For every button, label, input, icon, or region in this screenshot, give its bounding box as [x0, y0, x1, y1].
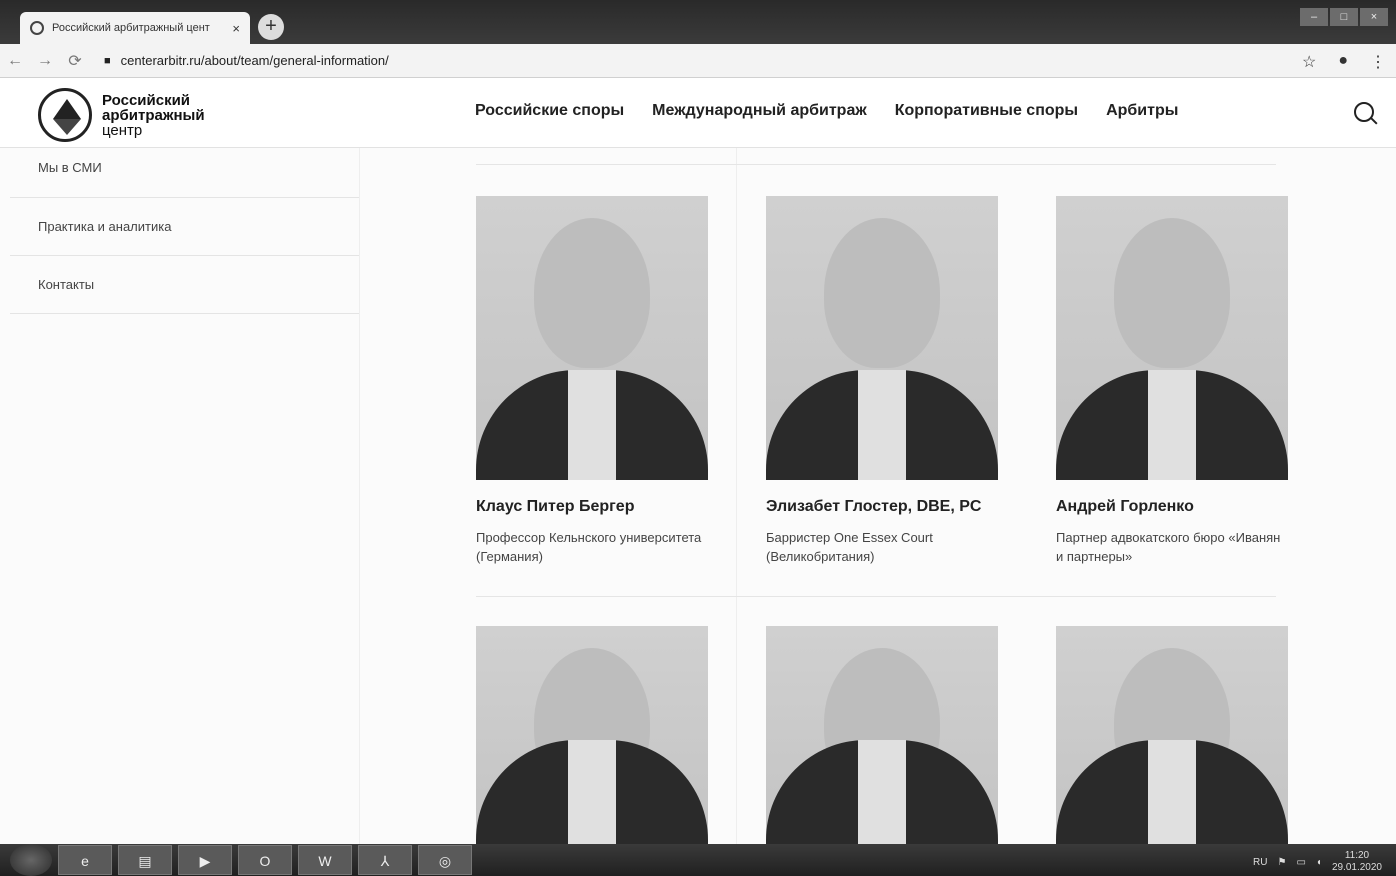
team-card[interactable]: Клаус Питер Бергер Профессор Кельнского …	[476, 196, 708, 566]
team-grid: Клаус Питер Бергер Профессор Кельнского …	[360, 148, 1396, 844]
close-tab-icon[interactable]: ×	[232, 21, 240, 36]
sidebar-item-practice[interactable]: Практика и аналитика	[10, 198, 359, 256]
clock[interactable]: 11:20 29.01.2020	[1332, 850, 1382, 874]
person-photo	[476, 626, 708, 844]
logo-line3: центр	[102, 121, 143, 139]
url-text: centerarbitr.ru/about/team/general-infor…	[120, 53, 389, 68]
nav-corporate-disputes[interactable]: Корпоративные споры	[895, 102, 1078, 120]
lock-icon: ■	[104, 54, 111, 67]
window-controls: – □ ×	[1300, 8, 1388, 26]
web-page: Российский арбитражный центр Российские …	[0, 78, 1396, 844]
site-favicon-icon	[30, 21, 44, 35]
maximize-button[interactable]: □	[1330, 8, 1358, 26]
team-card[interactable]	[476, 626, 708, 844]
person-name[interactable]: Андрей Горленко	[1056, 498, 1288, 516]
nav-russian-disputes[interactable]: Российские споры	[475, 102, 624, 120]
divider	[476, 596, 1276, 597]
logo-mark-icon	[38, 88, 92, 142]
person-role: Профессор Кельнского университета (Герма…	[476, 530, 702, 564]
clock-time: 11:20	[1344, 850, 1370, 861]
menu-dots-icon[interactable]: ⋮	[1370, 52, 1386, 72]
new-tab-button[interactable]: +	[258, 14, 284, 40]
sidebar-item-media[interactable]: Мы в СМИ	[10, 148, 359, 198]
back-arrow-icon[interactable]: ←	[0, 52, 30, 70]
volume-icon[interactable]: ◖	[1316, 857, 1322, 868]
nav-international-arbitration[interactable]: Международный арбитраж	[652, 102, 867, 120]
nav-arbitrators[interactable]: Арбитры	[1106, 102, 1178, 120]
person-role: Барристер One Essex Court (Великобритани…	[766, 530, 933, 564]
sidebar: Мы в СМИ Практика и аналитика Контакты	[10, 148, 360, 844]
address-bar: ← → ⟳ ■ centerarbitr.ru/about/team/gener…	[0, 44, 1396, 78]
minimize-button[interactable]: –	[1300, 8, 1328, 26]
team-card[interactable]	[1056, 626, 1288, 844]
ie-icon[interactable]: e	[58, 845, 112, 875]
team-card[interactable]	[766, 626, 998, 844]
explorer-icon[interactable]: ▤	[118, 845, 172, 875]
os-taskbar: e ▤ ▶ O W ⅄ ◎ RU ⚑ ▭ ◖ 11:20 29.01.2020	[0, 844, 1396, 876]
person-name[interactable]: Клаус Питер Бергер	[476, 498, 708, 516]
outlook-icon[interactable]: O	[238, 845, 292, 875]
pdf-icon[interactable]: ⅄	[358, 845, 412, 875]
person-role: Партнер адвокатского бюро «Иванян и парт…	[1056, 530, 1281, 564]
team-card[interactable]: Элизабет Глостер, DBE, PC Барристер One …	[766, 196, 998, 566]
logo-line1: Российский	[102, 91, 191, 109]
tab-title: Российский арбитражный цент	[52, 22, 210, 34]
person-photo	[1056, 196, 1288, 480]
forward-arrow-icon[interactable]: →	[30, 52, 60, 70]
flag-icon[interactable]: ⚑	[1277, 857, 1286, 868]
network-icon[interactable]: ▭	[1296, 857, 1305, 868]
divider	[476, 164, 1276, 165]
person-name[interactable]: Элизабет Глостер, DBE, PC	[766, 498, 998, 516]
search-icon[interactable]	[1354, 102, 1374, 122]
chrome-icon[interactable]: ◎	[418, 845, 472, 875]
site-header: Российский арбитражный центр Российские …	[0, 78, 1396, 148]
site-logo[interactable]: Российский арбитражный центр	[38, 88, 205, 142]
close-window-button[interactable]: ×	[1360, 8, 1388, 26]
word-icon[interactable]: W	[298, 845, 352, 875]
media-player-icon[interactable]: ▶	[178, 845, 232, 875]
person-photo	[766, 196, 998, 480]
browser-tab-strip: Российский арбитражный цент × + – □ ×	[0, 0, 1396, 44]
reload-icon[interactable]: ⟳	[60, 51, 90, 71]
url-field[interactable]: ■ centerarbitr.ru/about/team/general-inf…	[104, 53, 389, 68]
start-button[interactable]	[10, 844, 52, 876]
person-photo	[476, 196, 708, 480]
sidebar-item-contacts[interactable]: Контакты	[10, 256, 359, 314]
team-card[interactable]: Андрей Горленко Партнер адвокатского бюр…	[1056, 196, 1288, 566]
person-photo	[766, 626, 998, 844]
logo-line2: арбитражный	[102, 106, 205, 124]
main-nav: Российские споры Международный арбитраж …	[475, 102, 1178, 120]
person-photo	[1056, 626, 1288, 844]
divider	[736, 148, 737, 844]
browser-tab[interactable]: Российский арбитражный цент ×	[20, 12, 250, 44]
bookmark-star-icon[interactable]: ☆	[1302, 52, 1316, 72]
clock-date: 29.01.2020	[1331, 862, 1382, 873]
language-indicator[interactable]: RU	[1253, 857, 1267, 868]
profile-icon[interactable]: ●	[1338, 52, 1348, 72]
system-tray: RU ⚑ ▭ ◖ 11:20 29.01.2020	[1253, 850, 1382, 874]
